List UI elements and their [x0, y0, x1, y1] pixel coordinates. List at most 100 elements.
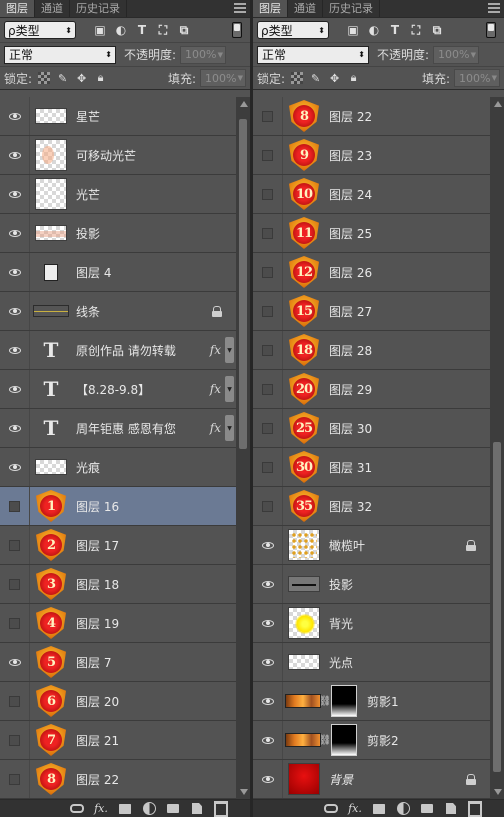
visibility-toggle[interactable] — [0, 292, 30, 330]
new-layer-icon[interactable] — [190, 803, 204, 815]
lock-all-icon[interactable]: 🔒︎ — [347, 71, 360, 85]
visibility-toggle[interactable] — [0, 214, 30, 252]
layer-filter-select[interactable]: ρ类型 ⬍ — [4, 21, 76, 39]
chain-link-icon[interactable]: ⛓ — [319, 733, 332, 747]
panel-menu-icon[interactable] — [488, 3, 500, 15]
layer-row[interactable]: 投影 — [0, 214, 236, 253]
visibility-toggle[interactable] — [253, 253, 283, 291]
layer-row[interactable]: 背景 — [253, 760, 490, 799]
visibility-toggle[interactable] — [253, 214, 283, 252]
layer-row[interactable]: T 原创作品 请勿转载 fx ▼ — [0, 331, 236, 370]
layer-row[interactable]: ⛓ 剪影2 — [253, 721, 490, 760]
visibility-toggle[interactable] — [253, 331, 283, 369]
visibility-toggle[interactable] — [253, 526, 283, 564]
layer-row[interactable]: 8 图层 22 — [0, 760, 236, 799]
visibility-toggle[interactable] — [253, 370, 283, 408]
opacity-field[interactable]: 100% ▼ — [433, 45, 480, 64]
visibility-toggle[interactable] — [0, 487, 30, 525]
visibility-toggle[interactable] — [253, 760, 283, 798]
filter-toggle[interactable] — [232, 22, 242, 38]
expand-effects-icon[interactable]: ▼ — [225, 337, 234, 363]
tab-history[interactable]: 历史记录 — [70, 0, 127, 17]
visibility-toggle[interactable] — [0, 448, 30, 486]
visibility-toggle[interactable] — [253, 175, 283, 213]
blend-mode-select[interactable]: 正常 ⬍ — [257, 45, 369, 64]
chain-link-icon[interactable]: ⛓ — [319, 694, 332, 708]
blend-mode-select[interactable]: 正常 ⬍ — [4, 45, 116, 64]
visibility-toggle[interactable] — [253, 721, 283, 759]
layer-row[interactable]: 6 图层 20 — [0, 682, 236, 721]
layer-row[interactable]: 18 图层 28 — [253, 331, 490, 370]
layer-row[interactable]: 20 图层 29 — [253, 370, 490, 409]
layer-mask-thumbnail[interactable] — [331, 724, 357, 756]
expand-effects-icon[interactable]: ▼ — [225, 415, 234, 441]
visibility-toggle[interactable] — [253, 487, 283, 525]
smartobject-filter-icon[interactable]: ⧉ — [176, 22, 192, 38]
layer-row[interactable]: 星芒 — [0, 97, 236, 136]
tab-history[interactable]: 历史记录 — [323, 0, 380, 17]
adjustment-filter-icon[interactable]: ◐ — [366, 22, 382, 38]
add-mask-icon[interactable] — [372, 803, 386, 815]
layer-row[interactable]: 2 图层 17 — [0, 526, 236, 565]
fx-icon[interactable]: fx. — [348, 802, 362, 815]
expand-effects-icon[interactable]: ▼ — [225, 376, 234, 402]
layer-row[interactable]: 8 图层 22 — [253, 97, 490, 136]
tab-channels[interactable]: 通道 — [35, 0, 70, 17]
layer-effects-icon[interactable]: fx — [210, 343, 221, 357]
layer-row[interactable]: 背光 — [253, 604, 490, 643]
delete-layer-icon[interactable] — [214, 803, 228, 815]
fill-field[interactable]: 100% ▼ — [200, 69, 246, 87]
scroll-thumb[interactable] — [239, 119, 247, 449]
shape-filter-icon[interactable]: ⛶ — [408, 22, 424, 38]
lock-brush-icon[interactable]: ✎ — [56, 72, 69, 85]
layer-effects-icon[interactable]: fx — [210, 421, 221, 435]
layer-row[interactable]: T 周年钜惠 感恩有您 fx ▼ — [0, 409, 236, 448]
layer-row[interactable]: 投影 — [253, 565, 490, 604]
scrollbar[interactable] — [490, 97, 504, 799]
tab-channels[interactable]: 通道 — [288, 0, 323, 17]
visibility-toggle[interactable] — [0, 760, 30, 798]
visibility-toggle[interactable] — [253, 97, 283, 135]
layer-row[interactable]: 11 图层 25 — [253, 214, 490, 253]
visibility-toggle[interactable] — [0, 604, 30, 642]
visibility-toggle[interactable] — [0, 721, 30, 759]
new-group-icon[interactable] — [420, 803, 434, 815]
scrollbar[interactable] — [236, 97, 250, 799]
visibility-toggle[interactable] — [0, 643, 30, 681]
visibility-toggle[interactable] — [253, 136, 283, 174]
visibility-toggle[interactable] — [253, 448, 283, 486]
pixel-filter-icon[interactable]: ▣ — [345, 22, 361, 38]
layer-row[interactable]: 7 图层 21 — [0, 721, 236, 760]
lock-brush-icon[interactable]: ✎ — [309, 72, 322, 85]
adjustment-layer-icon[interactable] — [396, 803, 410, 815]
visibility-toggle[interactable] — [0, 175, 30, 213]
visibility-toggle[interactable] — [253, 682, 283, 720]
lock-position-icon[interactable]: ✥ — [75, 72, 88, 85]
scroll-up-arrow[interactable] — [240, 101, 248, 107]
layer-row[interactable]: 4 图层 19 — [0, 604, 236, 643]
visibility-toggle[interactable] — [0, 526, 30, 564]
visibility-toggle[interactable] — [0, 370, 30, 408]
scroll-down-arrow[interactable] — [494, 789, 502, 795]
lock-all-icon[interactable]: 🔒︎ — [94, 71, 107, 85]
smartobject-filter-icon[interactable]: ⧉ — [429, 22, 445, 38]
delete-layer-icon[interactable] — [468, 803, 482, 815]
visibility-toggle[interactable] — [0, 682, 30, 720]
layer-row[interactable]: 橄榄叶 — [253, 526, 490, 565]
visibility-toggle[interactable] — [253, 409, 283, 447]
lock-position-icon[interactable]: ✥ — [328, 72, 341, 85]
layer-row[interactable]: 9 图层 23 — [253, 136, 490, 175]
opacity-field[interactable]: 100% ▼ — [180, 45, 227, 64]
scroll-down-arrow[interactable] — [240, 789, 248, 795]
layer-filter-select[interactable]: ρ类型 ⬍ — [257, 21, 329, 39]
layer-row[interactable]: 5 图层 7 — [0, 643, 236, 682]
new-group-icon[interactable] — [166, 803, 180, 815]
scroll-thumb[interactable] — [493, 442, 501, 772]
tab-layers[interactable]: 图层 — [253, 0, 288, 17]
layer-row[interactable]: ⛓ 剪影1 — [253, 682, 490, 721]
layer-row[interactable]: 图层 4 — [0, 253, 236, 292]
layer-row[interactable]: 光芒 — [0, 175, 236, 214]
type-filter-icon[interactable]: T — [134, 22, 150, 38]
layer-effects-icon[interactable]: fx — [210, 382, 221, 396]
new-layer-icon[interactable] — [444, 803, 458, 815]
